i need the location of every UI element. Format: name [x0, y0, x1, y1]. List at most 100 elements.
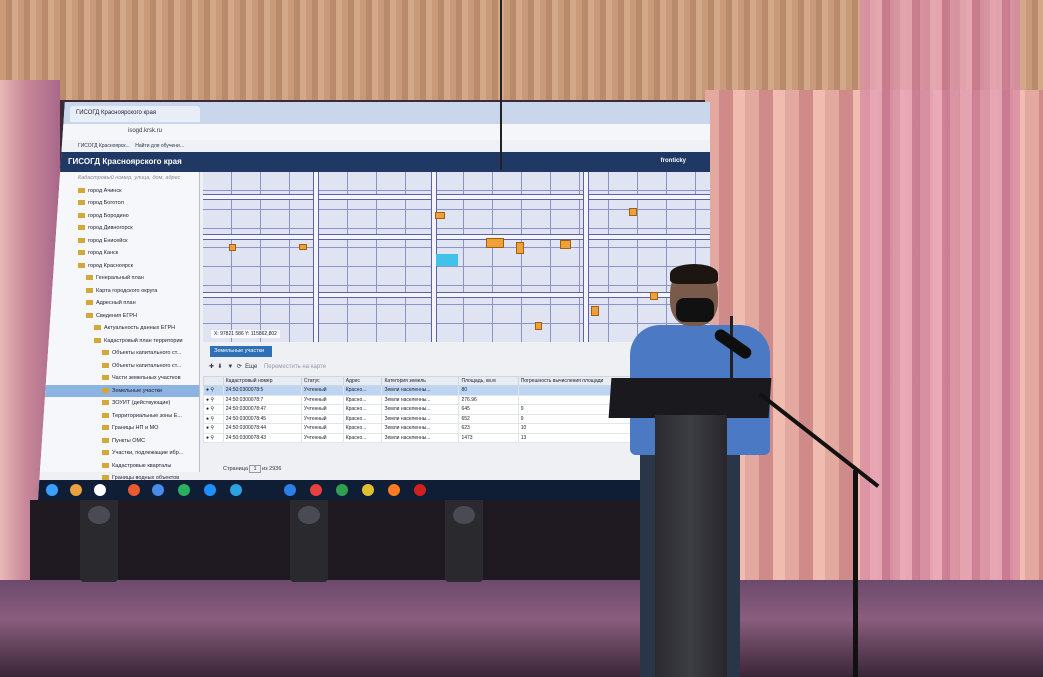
layer-tree-item[interactable]: Участки, подлежащие ибр...	[38, 447, 199, 460]
app-icon[interactable]	[128, 484, 140, 496]
layer-tree-item[interactable]: Части земельных участков	[38, 372, 199, 385]
folder-icon	[102, 450, 109, 456]
layer-tree-label: Сведения ЕГРН	[96, 312, 137, 319]
layer-tree-label: Карта городского округа	[96, 287, 158, 294]
layer-tree-item[interactable]: Сведения ЕГРН	[38, 310, 199, 323]
layer-tree-label: Кадастровый план территории	[104, 337, 183, 344]
more-button[interactable]: Еще	[245, 364, 257, 370]
folder-icon	[102, 350, 109, 356]
layer-tree-item[interactable]: Объекты капитального ст...	[38, 360, 199, 373]
speaker-hair	[670, 264, 718, 284]
folder-icon	[78, 237, 85, 243]
folder-icon	[86, 312, 93, 318]
chrome-icon[interactable]	[362, 484, 374, 496]
tab-land-parcels[interactable]: Земельные участки	[210, 346, 272, 357]
table-cell: Красно...	[342, 394, 383, 405]
building	[650, 292, 658, 300]
stage-light	[445, 492, 483, 582]
layer-tree-item[interactable]: Кадастровый план территории	[38, 335, 199, 348]
app-icon[interactable]	[94, 484, 106, 496]
column-header[interactable]: Площадь, кв.м	[458, 376, 519, 386]
layer-tree-item[interactable]: город Канск	[38, 247, 199, 260]
bookmark[interactable]: Найти для обучени...	[135, 143, 184, 149]
mic-stand	[853, 470, 858, 677]
column-header[interactable]: Категория земель	[381, 376, 460, 386]
building	[299, 244, 307, 250]
layer-tree-item[interactable]: Земельные участки	[38, 384, 199, 397]
building	[535, 322, 542, 330]
add-icon[interactable]: ✚	[209, 364, 214, 370]
selected-parcel[interactable]	[436, 254, 458, 266]
telegram-icon[interactable]	[230, 484, 242, 496]
layer-tree-item[interactable]: Кадастровые кварталы	[38, 460, 199, 473]
refresh-icon[interactable]: ⟳	[237, 364, 242, 370]
folder-icon	[86, 287, 93, 293]
sidebar-search-input[interactable]: Кадастровый номер, улица, дом, адрес	[38, 172, 199, 185]
download-icon[interactable]: ⬇	[217, 364, 222, 370]
table-cell: 24:50:0300078:47	[222, 404, 302, 415]
stage-front-panel	[30, 500, 680, 585]
layer-tree: город Ачинск город Боготол город Бородино г…	[38, 185, 199, 498]
address-bar[interactable]: isogd.krsk.ru	[38, 124, 710, 140]
layer-tree-item[interactable]: город Боготол	[38, 197, 199, 210]
app-icon[interactable]	[152, 484, 164, 496]
layer-tree-item[interactable]: Актуальность данных ЕГРН	[38, 322, 199, 335]
building	[560, 240, 571, 249]
app-icon[interactable]	[178, 484, 190, 496]
folder-icon	[78, 200, 85, 206]
table-cell: 24:50:0300078:44	[222, 423, 302, 434]
app-icon[interactable]	[284, 484, 296, 496]
skype-icon[interactable]	[204, 484, 216, 496]
layer-tree-label: Части земельных участков	[112, 375, 181, 381]
cadastral-map[interactable]: X: 97821 586 Y: 115862,802	[203, 172, 710, 342]
locate-on-map-icon[interactable]: ⚲	[209, 397, 214, 403]
folder-icon	[78, 225, 85, 231]
locate-on-map-icon[interactable]: ⚲	[209, 387, 214, 393]
folder-icon	[78, 262, 85, 268]
opera-icon[interactable]	[414, 484, 426, 496]
layer-tree-item[interactable]: Адресный план	[38, 297, 199, 310]
app-title: ГИСОГД Красноярского края	[68, 157, 182, 166]
stage-light	[80, 492, 118, 582]
app-icon[interactable]	[336, 484, 348, 496]
page-input[interactable]: 1	[249, 465, 261, 473]
layer-tree-item[interactable]: Территориальные зоны E...	[38, 410, 199, 423]
table-cell: Красно...	[342, 423, 383, 434]
folder-icon	[102, 362, 109, 368]
table-cell: Учтенный	[300, 385, 344, 396]
cursor-coordinates: X: 97821 586 Y: 115862,802	[211, 330, 280, 338]
layer-tree-item[interactable]: Границы НП и МО	[38, 422, 199, 435]
folder-icon	[102, 412, 109, 418]
folder-icon	[102, 387, 109, 393]
layer-tree-item[interactable]: город Ачинск	[38, 185, 199, 198]
folder-icon[interactable]	[70, 484, 82, 496]
layer-tree-item[interactable]: город Красноярск	[38, 260, 199, 273]
user-name[interactable]: fronticky	[661, 158, 686, 164]
layer-tree-item[interactable]: город Енисейск	[38, 235, 199, 248]
table-cell: 24:50:0300078:7	[222, 394, 302, 405]
layer-tree-item[interactable]: Объекты капитального ст...	[38, 347, 199, 360]
layer-tree-item[interactable]: город Бородино	[38, 210, 199, 223]
layer-tree-item[interactable]: ЗОУИТ (действующие)	[38, 397, 199, 410]
layer-tree-label: ЗОУИТ (действующие)	[112, 400, 171, 406]
column-header[interactable]: Адрес	[342, 376, 383, 386]
projection-screen: ГИСОГД Красноярского края isogd.krsk.ru …	[38, 102, 710, 500]
locate-on-map-icon[interactable]: ⚲	[209, 425, 214, 431]
map-move-button[interactable]: Переместить на карте	[264, 364, 326, 370]
locate-on-map-icon[interactable]: ⚲	[209, 435, 214, 441]
column-header[interactable]: Статус	[300, 376, 344, 386]
app-icon[interactable]	[310, 484, 322, 496]
layer-tree-item[interactable]: Карта городского округа	[38, 285, 199, 298]
filter-icon[interactable]: ▼	[227, 364, 233, 370]
locate-on-map-icon[interactable]: ⚲	[209, 406, 214, 412]
column-header[interactable]: Кадастровый номер	[222, 376, 302, 386]
layer-tree-item[interactable]: Генеральный план	[38, 272, 199, 285]
start-icon[interactable]	[46, 484, 58, 496]
locate-on-map-icon[interactable]: ⚲	[209, 416, 214, 422]
table-cell: Земли населенны...	[381, 423, 460, 434]
bookmark[interactable]: ГИСОГД Красноярск...	[78, 143, 130, 149]
browser-tab[interactable]: ГИСОГД Красноярского края	[70, 106, 200, 122]
layer-tree-item[interactable]: Пункты ОМС	[38, 435, 199, 448]
firefox-icon[interactable]	[388, 484, 400, 496]
layer-tree-item[interactable]: город Дивногорск	[38, 222, 199, 235]
